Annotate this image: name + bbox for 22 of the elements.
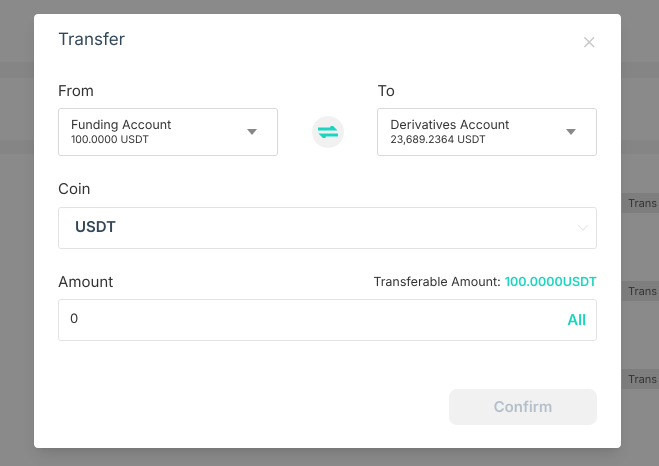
to-label: To: [377, 80, 396, 102]
transferable-label: Transferable Amount:: [373, 274, 501, 292]
coin-select[interactable]: USDT: [58, 206, 597, 248]
from-account-select[interactable]: Funding Account 100.0000 USDT: [58, 108, 278, 156]
transfer-button[interactable]: Trans: [622, 369, 659, 389]
transfer-button[interactable]: Trans: [622, 281, 659, 301]
amount-label: Amount: [58, 270, 114, 292]
to-account-select[interactable]: Derivatives Account 23,689.2364 USDT: [377, 108, 597, 156]
all-link[interactable]: All: [567, 308, 586, 332]
coin-label: Coin: [58, 178, 92, 200]
amount-field[interactable]: 0 All: [58, 299, 597, 341]
caret-icon: [246, 129, 257, 135]
chevron-down-icon: [578, 224, 588, 230]
amount-value: 0: [70, 310, 78, 330]
from-label: From: [58, 80, 95, 102]
caret-icon: [566, 129, 576, 135]
transferable-value: 100.0000USDT: [504, 274, 597, 292]
dialog-title: Transfer: [58, 29, 126, 52]
transfer-button[interactable]: Trans: [622, 193, 659, 213]
swap-arrows-icon: [318, 126, 338, 138]
close-button[interactable]: ×: [581, 28, 597, 53]
swap-button[interactable]: [312, 116, 344, 148]
